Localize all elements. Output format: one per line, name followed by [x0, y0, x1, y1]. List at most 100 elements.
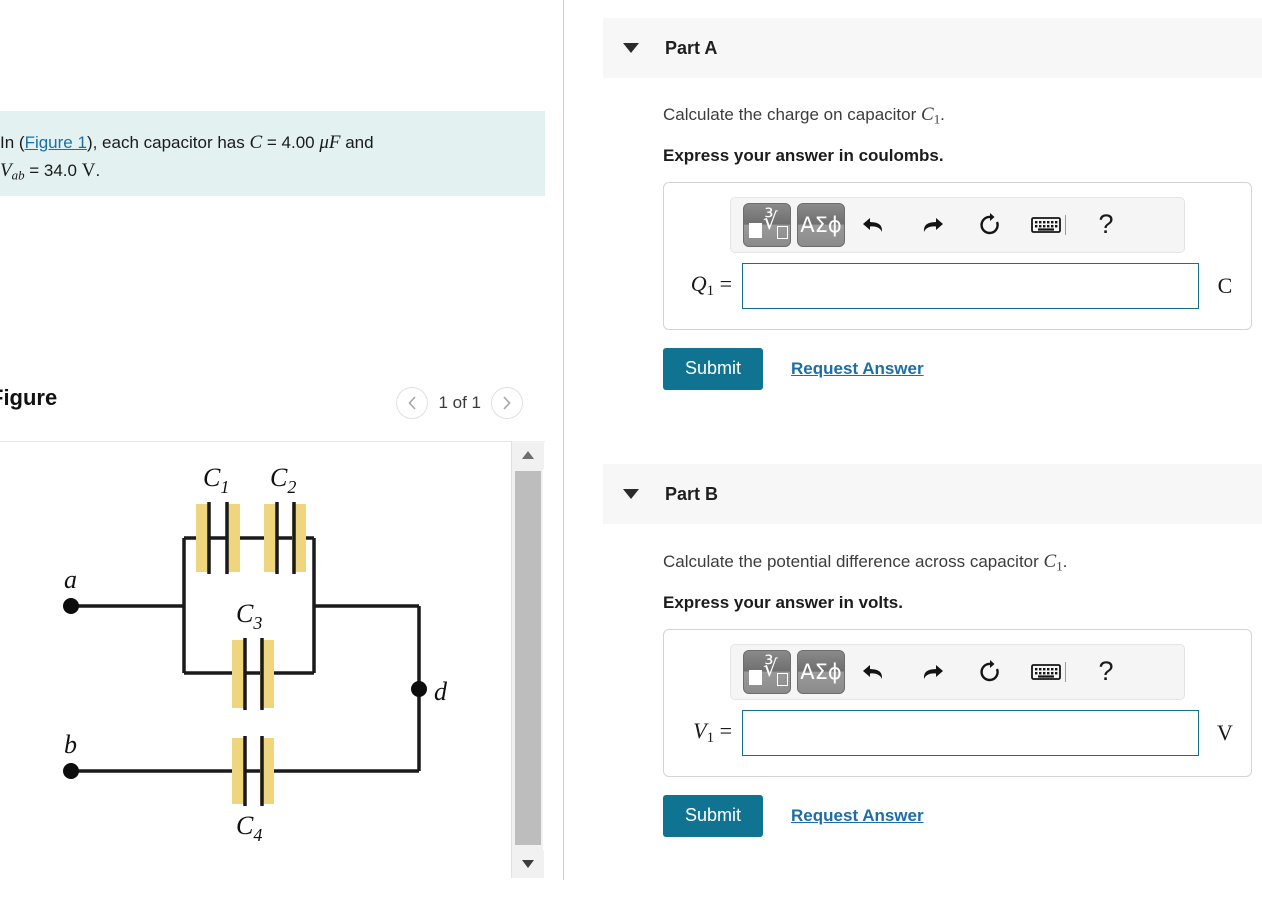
math-template-button[interactable]: ∛ [743, 649, 791, 694]
math-template-icon: ∛ [747, 656, 788, 688]
chevron-right-icon [503, 396, 511, 410]
part-a-toolbar: ∛ ΑΣϕ ? [730, 196, 1185, 253]
scroll-down-button[interactable] [512, 850, 544, 878]
part-a-submit-button[interactable]: Submit [663, 347, 764, 390]
scroll-up-button[interactable] [512, 441, 544, 469]
part-a-prompt-pre: Calculate the charge on capacitor [663, 105, 921, 124]
node-d-dot [411, 681, 427, 697]
node-b-dot [63, 763, 79, 779]
part-a-prompt-post: . [940, 105, 945, 124]
part-b-submit-button[interactable]: Submit [663, 794, 764, 837]
keyboard-caret-bar [1064, 214, 1066, 235]
capacitor-c2-label: C2 [270, 463, 296, 497]
keyboard-icon [1030, 663, 1061, 680]
help-button[interactable]: ? [1077, 205, 1135, 245]
node-a-dot [63, 598, 79, 614]
capacitance-value: = 4.00 [262, 133, 320, 152]
redo-arrow-icon [923, 217, 943, 232]
part-a-actions: Submit Request Answer [663, 347, 1262, 390]
problem-page: In (Figure 1), each capacitor has C = 4.… [0, 0, 1262, 917]
part-a-body: Calculate the charge on capacitor C1. Ex… [603, 104, 1262, 390]
chevron-down-icon[interactable] [623, 489, 639, 499]
figure-1-link[interactable]: Figure 1 [25, 133, 87, 152]
part-b-request-answer-link[interactable]: Request Answer [791, 806, 924, 826]
figure-panel-title: Figure [0, 385, 58, 410]
part-a-answer-equals: = [714, 271, 732, 297]
vab-value: = 34.0 [24, 161, 82, 180]
figure-page-label: 1 of 1 [438, 393, 481, 412]
reset-button[interactable] [961, 205, 1019, 245]
figure-prev-button[interactable] [396, 387, 429, 419]
chevron-down-icon[interactable] [623, 43, 639, 53]
redo-button[interactable] [903, 652, 961, 692]
part-a-answer-label: Q1 = [690, 271, 732, 300]
question-statement: In (Figure 1), each capacitor has C = 4.… [0, 111, 545, 196]
part-b-answer-subscript: 1 [706, 730, 715, 747]
vab-unit: V [81, 160, 96, 181]
part-a-answer-input[interactable] [742, 262, 1199, 309]
left-pane: In (Figure 1), each capacitor has C = 4.… [0, 0, 563, 917]
figure-next-button[interactable] [491, 387, 523, 419]
undo-button[interactable] [845, 652, 903, 692]
capacitor-c1-label: C1 [203, 463, 229, 497]
part-a-prompt: Calculate the charge on capacitor C1. [663, 104, 1262, 128]
greek-symbols-label: ΑΣϕ [800, 212, 842, 237]
node-a-label: a [64, 565, 77, 594]
part-a-unit-label: C [1217, 272, 1233, 298]
capacitance-unit: μF [319, 132, 341, 153]
capacitor-c3-label: C3 [236, 599, 262, 633]
undo-button[interactable] [845, 205, 903, 245]
part-b-title: Part B [665, 483, 719, 504]
part-b-answer-row: V1 = V [664, 700, 1251, 776]
capacitance-symbol: C [249, 132, 263, 153]
question-intro-post: ), each capacitor has [86, 133, 250, 152]
reset-circular-arrow-icon [980, 659, 999, 681]
part-b-answer-input[interactable] [742, 709, 1199, 756]
part-a-answer-row: Q1 = C [664, 253, 1251, 329]
greek-symbols-label: ΑΣϕ [800, 659, 842, 684]
math-template-icon: ∛ [747, 209, 788, 241]
greek-symbols-button[interactable]: ΑΣϕ [797, 649, 845, 694]
part-b-answer-equals: = [714, 718, 732, 744]
part-b-answer-label: V1 = [693, 718, 732, 747]
part-a-title: Part A [665, 37, 718, 58]
part-a-answer-card: ∛ ΑΣϕ ? Q1 = C [663, 181, 1252, 330]
part-a-answer-subscript: 1 [706, 283, 715, 300]
scrollbar-thumb[interactable] [515, 471, 541, 845]
keyboard-button[interactable] [1019, 205, 1077, 245]
triangle-up-icon [522, 451, 534, 459]
figure-scrollbar[interactable] [511, 441, 544, 878]
part-b-toolbar: ∛ ΑΣϕ ? [730, 643, 1185, 700]
undo-arrow-icon [863, 664, 883, 679]
keyboard-button[interactable] [1019, 652, 1077, 692]
keyboard-caret-bar [1064, 661, 1066, 682]
right-pane: Part A Calculate the charge on capacitor… [563, 0, 1262, 917]
part-b-header[interactable]: Part B [603, 464, 1262, 524]
figure-body: a b d C1 C2 C3 C4 [0, 441, 545, 878]
part-a-request-answer-link[interactable]: Request Answer [791, 359, 924, 379]
greek-symbols-button[interactable]: ΑΣϕ [797, 202, 845, 247]
node-b-label: b [64, 730, 77, 759]
reset-button[interactable] [961, 652, 1019, 692]
help-button[interactable]: ? [1077, 652, 1135, 692]
part-b-unit-label: V [1217, 719, 1233, 745]
vab-period: . [95, 161, 101, 180]
vab-symbol: Vab [0, 160, 25, 183]
part-b-prompt-symbol: C1 [1043, 551, 1063, 574]
part-b-answer-card: ∛ ΑΣϕ ? V1 = V [663, 628, 1252, 777]
part-b-actions: Submit Request Answer [663, 794, 1262, 837]
triangle-down-icon [522, 860, 534, 868]
redo-button[interactable] [903, 205, 961, 245]
part-b-units-instruction: Express your answer in volts. [663, 592, 903, 612]
vab-subscript: ab [11, 167, 25, 183]
part-b-prompt-post: . [1062, 552, 1068, 571]
reset-circular-arrow-icon [980, 212, 999, 234]
math-template-button[interactable]: ∛ [743, 202, 791, 247]
keyboard-icon [1030, 216, 1061, 233]
part-b-body: Calculate the potential difference acros… [603, 551, 1262, 837]
undo-arrow-icon [863, 217, 883, 232]
help-icon: ? [1098, 209, 1114, 240]
part-a-header[interactable]: Part A [603, 18, 1262, 78]
part-b-prompt: Calculate the potential difference acros… [663, 551, 1262, 575]
capacitor-c4-label: C4 [236, 811, 262, 845]
